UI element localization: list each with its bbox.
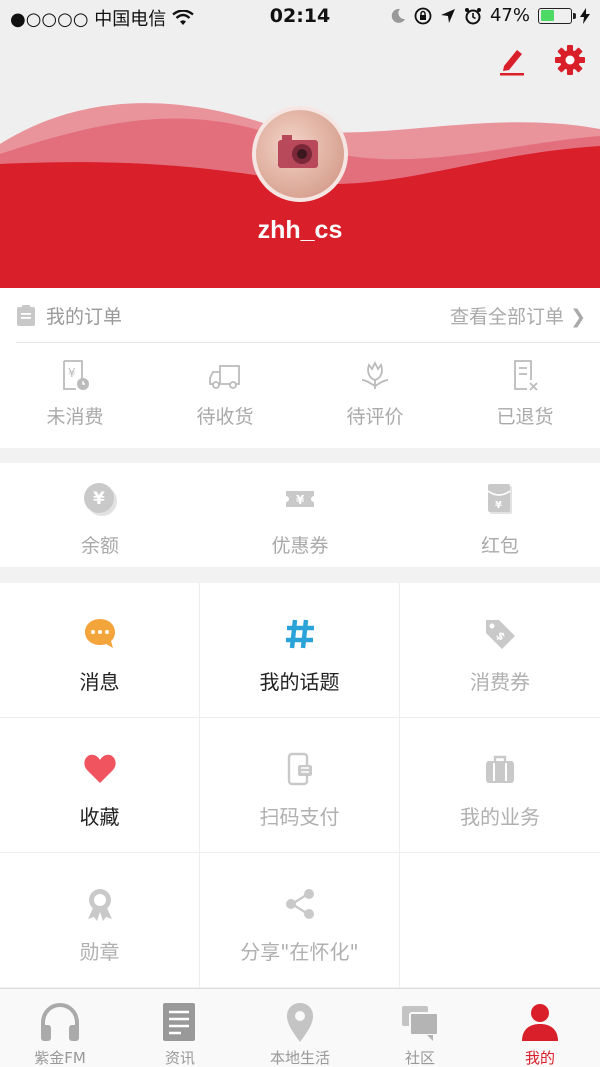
order-unconsumed-label: 未消费 xyxy=(46,406,104,428)
avatar[interactable] xyxy=(252,106,348,202)
battery-icon xyxy=(538,7,576,24)
returned-doc-icon xyxy=(514,360,538,391)
wallet-red-envelope[interactable]: ¥ 红包 xyxy=(400,481,600,558)
order-to-review-label: 待评价 xyxy=(346,406,404,428)
wallet-card: ¥ 余额 ¥ 优惠券 ¥ 红包 xyxy=(0,463,600,567)
wallet-balance-label: 余额 xyxy=(80,535,119,557)
tab-zijin-fm[interactable]: 紫金FM xyxy=(0,989,120,1067)
moon-icon xyxy=(391,8,405,23)
service-favorites[interactable]: 收藏 xyxy=(0,718,200,853)
orders-title: 我的订单 xyxy=(46,305,123,328)
camera-photo-icon xyxy=(278,135,318,168)
svg-text:¥: ¥ xyxy=(495,500,502,511)
person-icon xyxy=(522,1004,558,1041)
tab-mine-label: 我的 xyxy=(524,1049,555,1067)
heart-icon xyxy=(83,754,116,783)
tab-community-label: 社区 xyxy=(404,1049,435,1067)
wallet-coupon-label: 优惠券 xyxy=(271,535,329,557)
service-share-app[interactable]: 分享"在怀化" xyxy=(200,853,400,988)
service-scan-pay-label: 扫码支付 xyxy=(259,805,340,829)
profile-header: zhh_cs xyxy=(0,34,600,288)
chevron-right-icon: ❯ xyxy=(570,305,586,328)
location-arrow-icon xyxy=(440,8,455,23)
newspaper-icon xyxy=(163,1003,195,1041)
flower-review-icon xyxy=(361,360,389,389)
service-medals-label: 勋章 xyxy=(79,940,120,964)
order-to-receive[interactable]: 待收货 xyxy=(150,358,300,429)
status-bar: ●○○○○ 中国电信 02:14 47% xyxy=(0,0,600,34)
order-to-review[interactable]: 待评价 xyxy=(300,358,450,429)
chat-bubbles-icon xyxy=(402,1006,439,1041)
service-my-topics-label: 我的话题 xyxy=(259,670,340,694)
receipt-clock-icon: ¥ xyxy=(63,360,89,390)
alarm-icon xyxy=(464,7,481,24)
wallet-balance[interactable]: ¥ 余额 xyxy=(0,481,200,558)
service-medals[interactable]: 勋章 xyxy=(0,853,200,988)
headphones-icon xyxy=(41,1002,79,1041)
tab-community[interactable]: 社区 xyxy=(360,989,480,1067)
charging-icon xyxy=(580,7,590,24)
bottom-tab-bar: 紫金FM 资讯 本地生活 社区 我的 xyxy=(0,988,600,1067)
service-scan-pay[interactable]: 扫码支付 xyxy=(200,718,400,853)
tab-zijin-fm-label: 紫金FM xyxy=(34,1049,86,1067)
orders-header[interactable]: 我的订单 查看全部订单 ❯ xyxy=(16,288,600,343)
service-my-business[interactable]: 我的业务 xyxy=(400,718,600,853)
view-all-orders-link[interactable]: 查看全部订单 ❯ xyxy=(450,302,586,329)
svg-text:¥: ¥ xyxy=(296,493,305,507)
service-share-app-label: 分享"在怀化" xyxy=(240,940,359,964)
coupon-icon: ¥ xyxy=(286,491,314,507)
yuan-coin-icon: ¥ xyxy=(84,483,117,516)
service-messages-label: 消息 xyxy=(79,670,120,694)
settings-gear-icon[interactable] xyxy=(554,44,586,76)
medal-icon xyxy=(87,889,112,921)
rotation-lock-icon xyxy=(414,7,432,24)
hashtag-icon xyxy=(285,619,314,649)
services-grid: 消息 我的话题 $ 消费券 收藏 扫码支付 我的业务 勋章 分享"在怀化" xyxy=(0,583,600,988)
battery-percent: 47% xyxy=(489,5,530,26)
tab-local-life-label: 本地生活 xyxy=(269,1049,330,1067)
clipboard-icon xyxy=(17,305,35,326)
tab-mine[interactable]: 我的 xyxy=(480,989,600,1067)
briefcase-icon xyxy=(486,755,514,783)
service-my-topics[interactable]: 我的话题 xyxy=(200,583,400,718)
location-pin-icon xyxy=(287,1003,313,1042)
service-consumption-coupons[interactable]: $ 消费券 xyxy=(400,583,600,718)
wallet-coupon[interactable]: ¥ 优惠券 xyxy=(200,481,400,558)
message-bubble-icon xyxy=(84,619,115,648)
tab-news[interactable]: 资讯 xyxy=(120,989,240,1067)
orders-card: 我的订单 查看全部订单 ❯ ¥ 未消费 待收货 待评价 已退货 xyxy=(0,288,600,448)
username: zhh_cs xyxy=(257,216,343,244)
edit-icon[interactable] xyxy=(496,44,528,76)
service-favorites-label: 收藏 xyxy=(79,805,120,829)
service-consumption-coupons-label: 消费券 xyxy=(470,670,530,694)
tab-local-life[interactable]: 本地生活 xyxy=(240,989,360,1067)
delivery-truck-icon xyxy=(209,365,240,389)
order-unconsumed[interactable]: ¥ 未消费 xyxy=(0,358,150,429)
wallet-red-envelope-label: 红包 xyxy=(480,535,519,557)
red-envelope-icon: ¥ xyxy=(487,484,512,514)
view-all-orders-label: 查看全部订单 xyxy=(450,305,565,328)
share-icon xyxy=(285,889,314,919)
scan-pay-icon xyxy=(287,752,312,786)
svg-text:¥: ¥ xyxy=(68,366,76,380)
service-my-business-label: 我的业务 xyxy=(460,805,540,829)
svg-text:¥: ¥ xyxy=(93,489,105,509)
order-to-receive-label: 待收货 xyxy=(196,406,254,428)
tab-news-label: 资讯 xyxy=(164,1049,195,1067)
service-messages[interactable]: 消息 xyxy=(0,583,200,718)
price-tag-icon: $ xyxy=(486,620,515,649)
order-returned-label: 已退货 xyxy=(496,406,554,428)
order-returned[interactable]: 已退货 xyxy=(450,358,600,429)
